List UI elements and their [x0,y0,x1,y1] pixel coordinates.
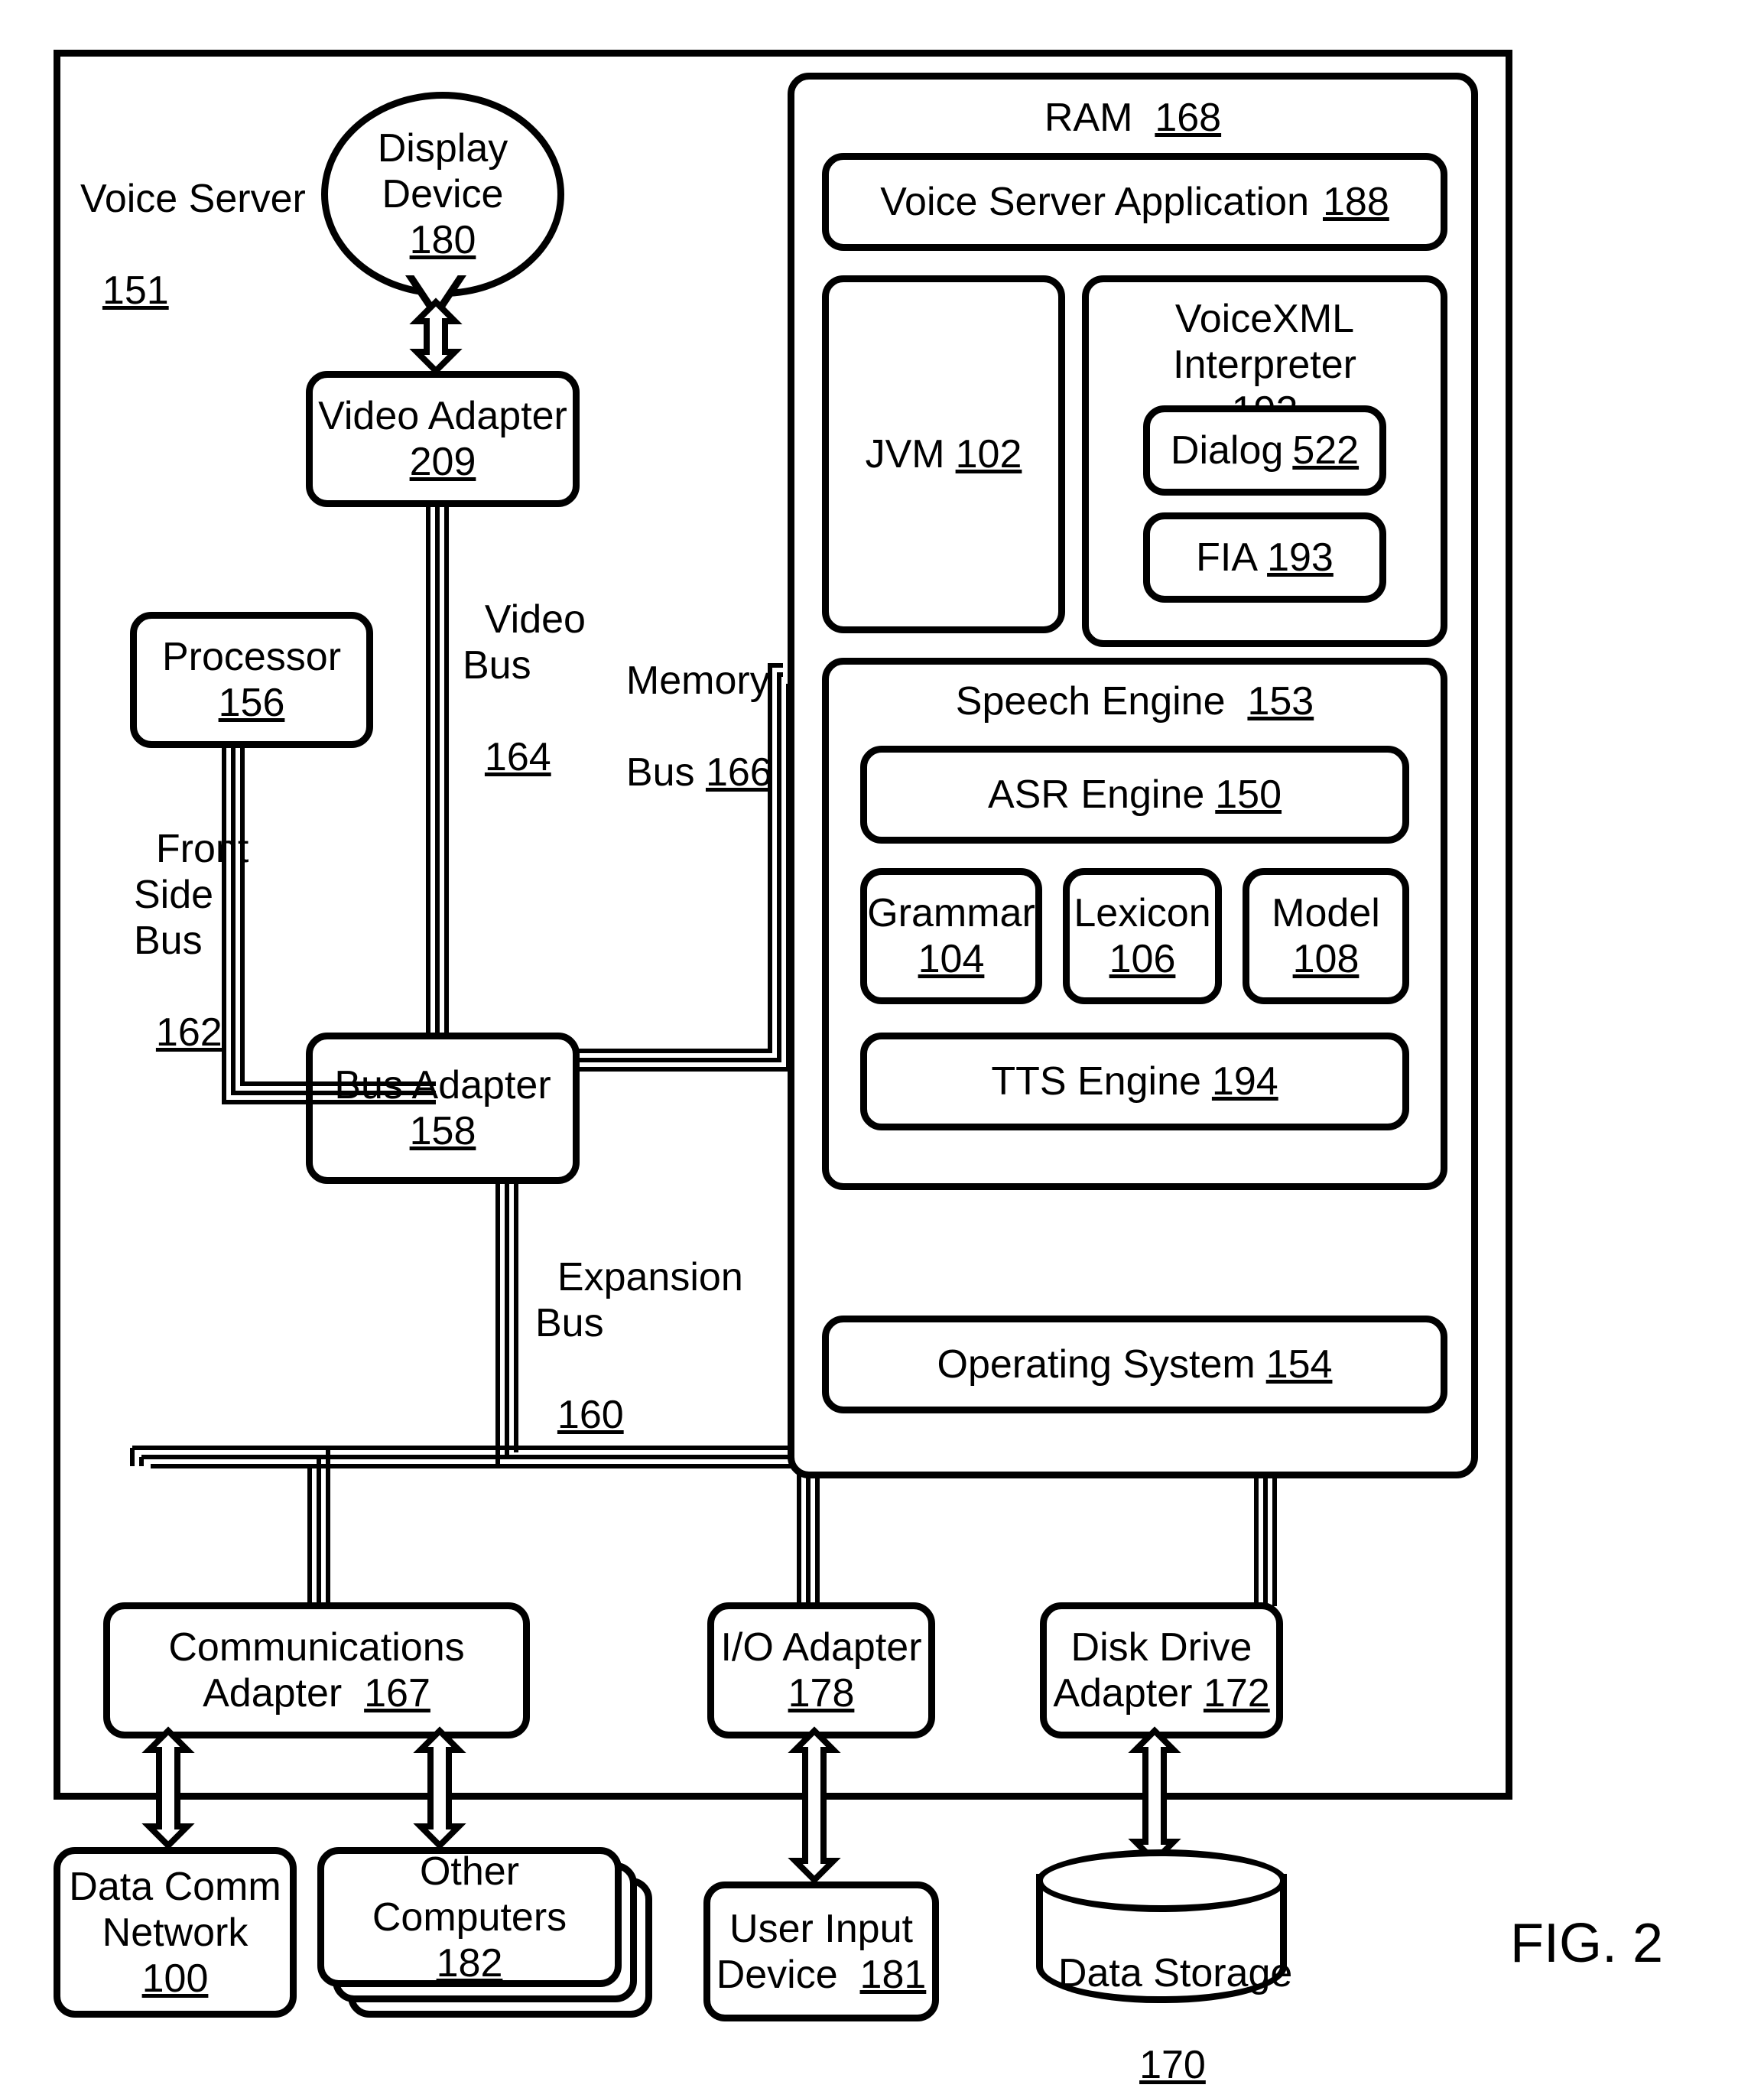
fia-name: FIA [1196,535,1258,581]
ds-name: Data Storage [1058,1951,1292,1995]
dialog-name: Dialog [1171,428,1283,473]
disk-adapter-ref: 172 [1204,1671,1270,1716]
ram-title: RAM 168 [1044,95,1221,141]
video-bus-name: Video Bus [463,597,586,688]
ram-name: RAM [1044,96,1133,140]
video-bus-ref: 164 [485,735,551,779]
comm-adapter-ref: 167 [364,1671,430,1716]
bus-adapter-ref: 158 [410,1108,476,1154]
dcn1: Data Comm [69,1864,281,1910]
figure-label: FIG. 2 [1510,1912,1663,1975]
data-comm-network: Data Comm Network 100 [54,1847,297,2018]
tts-engine: TTS Engine 194 [860,1033,1409,1130]
dialog-ref: 522 [1292,428,1359,473]
os-name: Operating System [937,1342,1256,1387]
se-ref: 153 [1247,679,1314,724]
grammar: Grammar 104 [860,868,1042,1004]
asr-name: ASR Engine [988,772,1204,818]
data-storage-label: Data Storage 170 [1036,1904,1287,2088]
processor-name: Processor [162,634,341,680]
fia: FIA 193 [1143,512,1386,603]
asr-engine: ASR Engine 150 [860,746,1409,844]
os-ref: 154 [1266,1342,1333,1387]
comm-adapter-name2: Adapter [203,1671,364,1716]
tts-ref: 194 [1212,1059,1278,1104]
display-ref: 180 [410,217,476,263]
model-ref: 108 [1293,936,1360,982]
video-adapter-ref: 209 [410,439,476,485]
model: Model 108 [1243,868,1409,1004]
uid2: Device [716,1953,860,1997]
voice-server-application: Voice Server Application 188 [822,153,1447,251]
arrow-io-uid [791,1731,837,1880]
voice-server-ref: 151 [102,268,169,313]
video-bus-label: Video Bus 164 [463,551,586,780]
data-storage-top [1036,1849,1287,1912]
lexicon-ref: 106 [1109,936,1176,982]
arrow-comm-net [145,1731,191,1846]
dcn2: Network [102,1910,249,1956]
io-adapter: I/O Adapter 178 [707,1602,935,1738]
memory-bus-name2: Bus [626,750,706,795]
jvm: JVM 102 [822,275,1065,633]
io-adapter-name: I/O Adapter [720,1625,921,1670]
jvm-ref: 102 [956,431,1022,477]
speech-title: Speech Engine 153 [956,678,1314,724]
disk-adapter-name2: Adapter [1053,1671,1204,1716]
dialog: Dialog 522 [1143,405,1386,496]
other-computers: Other Computers 182 [317,1847,622,1987]
exp-bus-ref: 160 [557,1393,624,1437]
video-adapter: Video Adapter 209 [306,371,580,507]
communications-adapter: Communications Adapter 167 [103,1602,530,1738]
display-text2: Device [382,171,504,217]
grammar-ref: 104 [918,936,985,982]
ds-ref: 170 [1139,2043,1206,2087]
other-computers-name: Other Computers [324,1849,615,1940]
io-adapter-ref: 178 [788,1670,855,1716]
expansion-bus-label: Expansion Bus 160 [535,1208,743,1438]
comm-adapter-name: Communications [168,1625,464,1670]
display-text1: Display [378,125,508,171]
expansion-bus [495,1177,518,1452]
memory-bus-label: Memory Bus 166 [604,612,772,795]
display-device: Display Device 180 [321,92,564,297]
vsa-name: Voice Server Application [880,179,1309,225]
processor-ref: 156 [219,680,285,726]
video-adapter-name: Video Adapter [318,393,567,439]
exp-bus-name: Expansion Bus [535,1255,743,1345]
uid-ref: 181 [860,1953,927,1997]
arrow-comm-other [417,1731,463,1846]
front-side-bus-label: Front Side Bus 162 [134,780,249,1055]
se-name: Speech Engine [956,679,1226,724]
fia-ref: 193 [1267,535,1334,581]
jvm-name: JVM [866,431,945,477]
model-name: Model [1272,890,1380,936]
fsb-name: Front Side Bus [134,827,249,963]
memory-bus-ref: 166 [706,750,772,795]
ram-ref: 168 [1155,96,1221,140]
vsa-ref: 188 [1323,179,1389,225]
asr-ref: 150 [1215,772,1282,818]
dcn-ref: 100 [142,1956,209,2002]
arrow-display-video [413,302,459,371]
tts-name: TTS Engine [991,1059,1201,1104]
other-computers-ref: 182 [437,1940,503,1986]
voice-server-text: Voice Server [80,176,203,222]
voice-server-label: Voice Server 151 [80,84,203,314]
processor: Processor 156 [130,612,373,748]
user-input-device: User Input Device 181 [703,1881,939,2021]
operating-system: Operating System 154 [822,1316,1447,1413]
front-side-bus [222,741,436,1104]
lexicon-name: Lexicon [1074,890,1210,936]
grammar-name: Grammar [867,890,1035,936]
arrow-disk-storage [1132,1731,1178,1861]
lexicon: Lexicon 106 [1063,868,1222,1004]
disk-adapter: Disk Drive Adapter 172 [1040,1602,1283,1738]
uid1: User Input [729,1906,913,1952]
fsb-ref: 162 [156,1010,223,1055]
disk-adapter-name1: Disk Drive [1071,1625,1252,1670]
memory-bus-name: Memory [626,659,770,703]
vxml-name: VoiceXML Interpreter [1089,296,1441,388]
